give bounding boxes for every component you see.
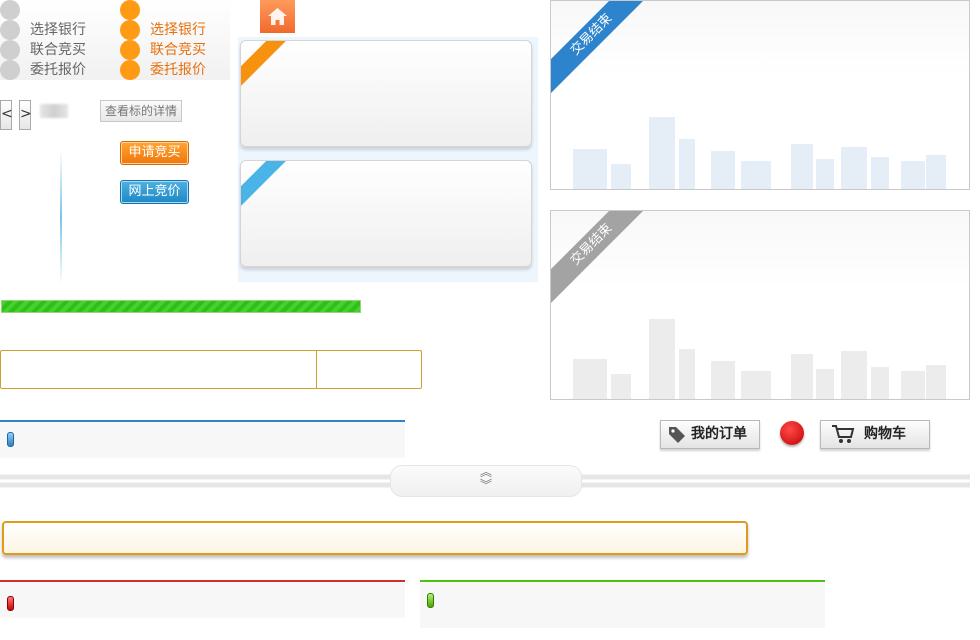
my-orders-label: 我的订单 bbox=[691, 426, 747, 442]
my-orders-button[interactable]: 我的订单 bbox=[660, 420, 760, 449]
step-dot bbox=[120, 40, 140, 60]
cart-button[interactable]: 购物车 bbox=[820, 420, 930, 449]
blurred-label bbox=[40, 104, 68, 118]
tab-strip-green bbox=[420, 580, 825, 628]
step-dot bbox=[0, 20, 20, 40]
step-label: 选择银行 bbox=[30, 22, 86, 38]
red-indicator bbox=[7, 596, 14, 611]
step-label: 联合竞买 bbox=[30, 42, 86, 58]
notification-dot[interactable] bbox=[780, 421, 804, 445]
tab-strip-red bbox=[0, 580, 405, 618]
tag-icon bbox=[667, 425, 687, 453]
step-dot bbox=[120, 20, 140, 40]
view-detail-button[interactable]: 查看标的详情 bbox=[100, 100, 183, 122]
online-bid-button[interactable]: 网上竞价 bbox=[120, 180, 189, 204]
corner-ribbon bbox=[241, 41, 295, 90]
info-card bbox=[240, 40, 532, 147]
collapse-toggle[interactable]: ︽ ︾ bbox=[390, 465, 582, 497]
next-button[interactable]: > bbox=[19, 100, 32, 130]
step-dot bbox=[0, 40, 20, 60]
step-label: 委托报价 bbox=[30, 62, 86, 78]
step-label-active: 委托报价 bbox=[150, 62, 206, 78]
trade-ended-badge: 交易结束 bbox=[551, 211, 654, 307]
blue-indicator bbox=[7, 432, 14, 447]
step-label-active: 选择银行 bbox=[150, 22, 206, 38]
vertical-divider bbox=[60, 150, 62, 285]
step-dot bbox=[0, 0, 20, 20]
trade-ended-badge: 交易结束 bbox=[551, 1, 654, 97]
home-icon bbox=[268, 8, 287, 25]
prev-button[interactable]: < bbox=[0, 100, 13, 130]
split-divider bbox=[316, 351, 317, 388]
cart-label: 购物车 bbox=[864, 426, 906, 442]
split-input-box[interactable] bbox=[0, 350, 422, 389]
green-indicator bbox=[427, 593, 434, 608]
step-label-active: 联合竞买 bbox=[150, 42, 206, 58]
listing-panel: 交易结束 bbox=[550, 0, 970, 190]
progress-bar bbox=[1, 300, 361, 313]
info-card bbox=[240, 160, 532, 267]
apply-bid-button[interactable]: 申请竞买 bbox=[120, 141, 189, 165]
step-dot bbox=[120, 60, 140, 80]
corner-ribbon bbox=[241, 161, 295, 210]
step-dot bbox=[0, 60, 20, 80]
step-list-panel: 选择银行 选择银行 联合竞买 联合竞买 委托报价 委托报价 bbox=[0, 0, 230, 80]
chevron-down-icon: ︾ bbox=[479, 478, 492, 492]
home-button[interactable] bbox=[260, 0, 295, 33]
cart-icon bbox=[831, 424, 855, 454]
step-dot bbox=[120, 0, 140, 20]
listing-panel: 交易结束 bbox=[550, 210, 970, 400]
tab-strip-blue bbox=[0, 420, 405, 458]
notice-bar bbox=[2, 521, 748, 555]
